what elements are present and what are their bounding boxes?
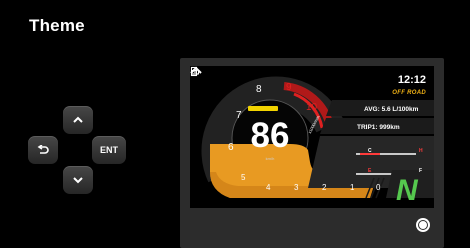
tach-tick-3: 3	[294, 183, 299, 192]
tach-tick-9: 9	[286, 82, 292, 93]
up-button[interactable]	[63, 106, 93, 134]
tach-tick-2: 2	[322, 183, 327, 192]
page-title: Theme	[29, 16, 85, 35]
dashboard-clock: 12:12	[397, 74, 426, 86]
navigation-dpad: ENT	[26, 98, 146, 200]
tach-tick-0: 0	[376, 183, 381, 192]
fuel-full-label: F	[419, 168, 423, 174]
speed-value: 86	[250, 116, 290, 155]
warning-indicator	[248, 106, 278, 111]
speed-unit: km/h	[265, 156, 275, 161]
temp-low-label: C	[368, 148, 372, 154]
back-button[interactable]	[28, 136, 58, 164]
gear-indicator: N	[396, 174, 418, 207]
tach-tick-8: 8	[256, 84, 262, 95]
riding-mode: OFF ROAD	[392, 90, 426, 96]
chevron-down-icon	[73, 177, 83, 184]
enter-button[interactable]: ENT	[92, 136, 126, 164]
enter-button-label: ENT	[100, 145, 118, 155]
shift-up-icon	[190, 66, 202, 74]
fuel-empty-label: E	[368, 168, 372, 174]
back-arrow-icon	[37, 145, 49, 154]
avg-consumption: AVG: 5.6 L/100km	[364, 106, 419, 113]
tach-tick-10: 10	[306, 102, 318, 113]
tach-tick-5: 5	[241, 173, 246, 182]
power-icon	[418, 220, 428, 230]
down-button[interactable]	[63, 166, 93, 194]
trip-distance: TRIP1: 999km	[357, 124, 400, 131]
temp-high-label: H	[419, 148, 423, 154]
monitor-power-button[interactable]	[416, 218, 430, 232]
tach-tick-4: 4	[266, 183, 271, 192]
dashboard-preview-screen: 9 10 8 7 6 5 4 3 2 1 0 12:12 OFF ROAD AV…	[190, 66, 434, 208]
theme-preview-monitor: 9 10 8 7 6 5 4 3 2 1 0 12:12 OFF ROAD AV…	[180, 58, 444, 248]
tach-tick-1: 1	[350, 183, 355, 192]
chevron-up-icon	[73, 116, 83, 123]
